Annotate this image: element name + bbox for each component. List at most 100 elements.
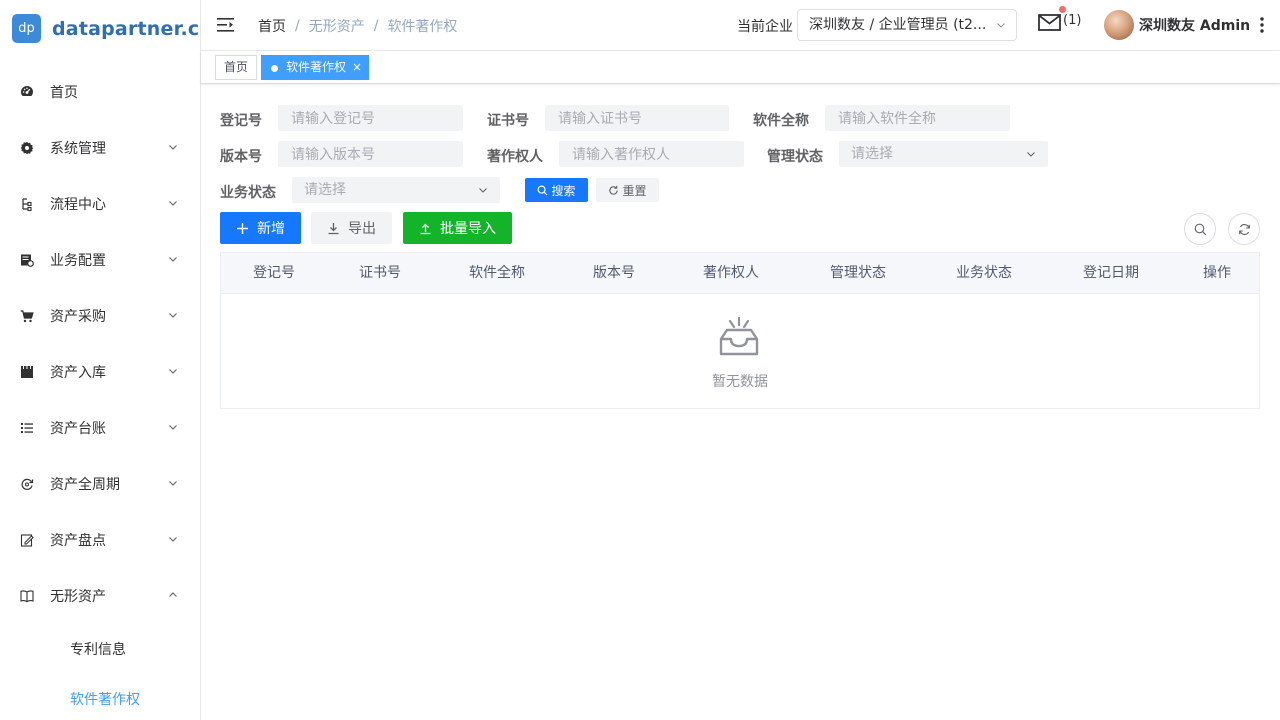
owner-input[interactable] [559,141,744,167]
chevron-down-icon [997,23,1005,28]
column-header: 登记日期 [1083,265,1139,281]
config-icon [20,253,34,267]
batch-import-button[interactable]: 批量导入 [403,212,512,244]
mail-icon[interactable] [1038,12,1062,32]
software-name-input[interactable] [825,105,1010,131]
logo[interactable]: dp datapartner.cn [12,14,213,43]
gear-icon [20,141,34,155]
sidebar-item-label: 首页 [50,85,78,101]
biz-status-label: 业务状态 [220,185,276,201]
empty-text: 暂无数据 [712,374,768,390]
breadcrumb: 首页 / 无形资产 / 软件著作权 [258,16,457,36]
refresh-icon [1238,223,1250,235]
sidebar-menu: 首页 系统管理 流程中心 业务配置 资产采购 资产入库 资产台账 资产全周期 资… [0,64,200,720]
menu-toggle-icon[interactable] [217,17,235,33]
chevron-down-icon [169,481,177,486]
reg-no-input[interactable] [278,105,463,131]
export-button-label: 导出 [348,221,376,237]
select-placeholder: 请选择 [304,182,346,198]
breadcrumb-current: 软件著作权 [387,19,458,35]
column-header: 管理状态 [830,265,886,281]
warehouse-icon [20,365,34,379]
manage-status-select[interactable]: 请选择 [839,141,1048,167]
cert-no-label: 证书号 [487,113,529,129]
sidebar-item-asset-purchase[interactable]: 资产采购 [0,288,200,344]
column-header: 业务状态 [956,265,1012,281]
version-input[interactable] [278,141,463,167]
search-icon [537,185,548,196]
sidebar-item-home[interactable]: 首页 [0,64,200,120]
breadcrumb-home[interactable]: 首页 [258,16,286,36]
username[interactable]: 深圳数友 Admin [1139,15,1250,35]
sidebar-item-asset-ledger[interactable]: 资产台账 [0,400,200,456]
edit-icon [20,533,34,547]
column-header: 登记号 [253,265,295,281]
column-header: 著作权人 [703,265,759,281]
company-select[interactable]: 深圳数友 / 企业管理员 (t2... [797,9,1017,41]
book-icon [20,589,34,603]
sidebar-item-system[interactable]: 系统管理 [0,120,200,176]
batch-import-button-label: 批量导入 [440,221,496,237]
toggle-search-button[interactable] [1184,213,1216,245]
dashboard-icon [20,85,34,99]
chevron-down-icon [169,145,177,150]
export-button[interactable]: 导出 [311,212,392,244]
reset-button[interactable]: 重置 [596,178,659,202]
search-icon [1194,223,1206,235]
upload-icon [420,223,431,234]
column-header: 软件全称 [469,265,525,281]
version-label: 版本号 [220,149,262,165]
sidebar-item-label: 资产盘点 [50,533,106,549]
download-icon [328,222,339,234]
active-dot [271,65,278,72]
company-label: 当前企业 [737,19,793,35]
add-button[interactable]: 新增 [220,212,301,244]
chevron-down-icon [479,188,487,193]
sidebar-item-label: 资产全周期 [50,477,120,493]
sidebar-item-intangible-assets[interactable]: 无形资产 [0,568,200,624]
breadcrumb-separator: / [373,18,379,34]
refresh-icon [609,185,619,195]
reset-button-label: 重置 [622,183,647,198]
logo-text: datapartner.cn [52,17,214,40]
sidebar-item-label: 资产采购 [50,309,106,325]
sidebar-item-asset-lifecycle[interactable]: 资产全周期 [0,456,200,512]
sidebar-subitem-patent[interactable]: 专利信息 [0,624,200,674]
tag-home[interactable]: 首页 [215,55,258,80]
cert-no-input[interactable] [545,105,729,131]
refresh-button[interactable] [1228,213,1260,245]
search-button-label: 搜索 [551,183,576,198]
sidebar-item-label: 系统管理 [50,141,106,157]
sidebar-item-label: 无形资产 [50,589,106,605]
sidebar-item-asset-inventory[interactable]: 资产盘点 [0,512,200,568]
sidebar-subitem-software-copyright[interactable]: 软件著作权 [0,674,200,720]
add-button-label: 新增 [257,221,285,237]
sidebar-item-label: 资产台账 [50,421,106,437]
company-select-value: 深圳数友 / 企业管理员 (t2... [809,17,987,33]
chevron-down-icon [169,369,177,374]
sidebar-item-business-config[interactable]: 业务配置 [0,232,200,288]
chevron-up-icon [169,592,177,597]
sidebar-item-workflow[interactable]: 流程中心 [0,176,200,232]
sidebar-item-label: 流程中心 [50,197,106,213]
sidebar-item-asset-storage[interactable]: 资产入库 [0,344,200,400]
biz-status-select[interactable]: 请选择 [292,177,500,203]
search-button[interactable]: 搜索 [525,178,588,202]
column-header: 版本号 [593,265,635,281]
tags-view: 首页 软件著作权 × [201,51,1280,84]
chevron-down-icon [169,425,177,430]
list-icon [20,421,34,435]
tag-software-copyright[interactable]: 软件著作权 × [261,55,370,80]
column-header: 证书号 [359,265,401,281]
sidebar-item-label: 资产入库 [50,365,106,381]
mail-count: (1) [1063,13,1082,28]
more-vertical-icon[interactable] [1259,16,1265,34]
close-icon[interactable]: × [352,56,362,79]
avatar[interactable] [1104,10,1134,40]
breadcrumb-separator: / [295,18,300,34]
data-table: 登记号 证书号 软件全称 版本号 著作权人 管理状态 业务状态 登记日期 操作 … [220,252,1260,409]
manage-status-label: 管理状态 [767,149,823,165]
table-header: 登记号 证书号 软件全称 版本号 著作权人 管理状态 业务状态 登记日期 操作 [221,253,1259,294]
breadcrumb-intangible: 无形资产 [308,19,365,35]
software-name-label: 软件全称 [753,113,809,129]
